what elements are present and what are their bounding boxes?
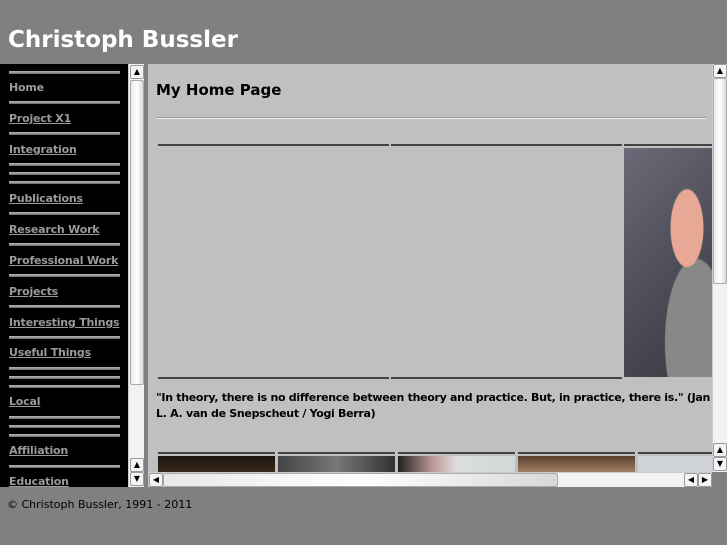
divider bbox=[9, 425, 120, 428]
divider bbox=[9, 416, 120, 419]
divider bbox=[9, 336, 120, 339]
site-title: Christoph Bussler bbox=[8, 27, 238, 53]
divider bbox=[9, 376, 120, 379]
nav-education[interactable]: Education bbox=[9, 475, 69, 487]
divider bbox=[158, 377, 389, 379]
divider bbox=[9, 434, 120, 437]
portrait-photo bbox=[624, 148, 712, 377]
scroll-down-icon[interactable]: ▼ bbox=[713, 457, 727, 471]
nav-professional-work[interactable]: Professional Work bbox=[9, 254, 118, 267]
divider bbox=[9, 305, 120, 308]
nav-affiliation[interactable]: Affiliation bbox=[9, 444, 68, 457]
divider bbox=[9, 212, 120, 215]
divider bbox=[391, 144, 622, 146]
scroll-left-icon[interactable]: ◀ bbox=[684, 473, 698, 487]
gallery-photo[interactable] bbox=[638, 456, 712, 472]
divider bbox=[9, 243, 120, 246]
scroll-up-icon[interactable]: ▲ bbox=[713, 443, 727, 457]
divider bbox=[158, 144, 389, 146]
nav-projects[interactable]: Projects bbox=[9, 285, 58, 298]
scroll-left-icon[interactable]: ◀ bbox=[149, 473, 163, 487]
divider bbox=[9, 274, 120, 277]
main-vertical-scrollbar[interactable]: ▲ ▲ ▼ bbox=[712, 64, 727, 472]
divider bbox=[638, 452, 712, 454]
scrollbar-thumb[interactable] bbox=[163, 473, 558, 487]
gallery-photo[interactable] bbox=[518, 456, 635, 472]
nav-publications[interactable]: Publications bbox=[9, 192, 83, 205]
nav-interesting-things[interactable]: Interesting Things bbox=[9, 316, 120, 329]
divider bbox=[158, 452, 275, 454]
sidebar-nav: Home Project X1 Integration Publications… bbox=[0, 64, 128, 487]
divider bbox=[398, 452, 515, 454]
divider bbox=[278, 452, 395, 454]
main-horizontal-scrollbar[interactable]: ◀ ◀ ▶ bbox=[148, 472, 712, 487]
gallery-photo[interactable] bbox=[398, 456, 515, 472]
scroll-up-icon[interactable]: ▲ bbox=[130, 458, 144, 472]
scroll-up-icon[interactable]: ▲ bbox=[130, 65, 144, 79]
nav-project-x1[interactable]: Project X1 bbox=[9, 112, 71, 125]
nav-useful-things[interactable]: Useful Things bbox=[9, 346, 91, 359]
gallery-photo[interactable] bbox=[278, 456, 395, 472]
divider bbox=[9, 172, 120, 175]
divider bbox=[518, 452, 635, 454]
divider bbox=[391, 377, 622, 379]
page-title: My Home Page bbox=[156, 81, 282, 99]
sidebar-scrollbar[interactable]: ▲ ▲ ▼ bbox=[128, 64, 144, 487]
nav-research-work[interactable]: Research Work bbox=[9, 223, 100, 236]
copyright-footer: © Christoph Bussler, 1991 - 2011 bbox=[7, 498, 193, 511]
scroll-down-icon[interactable]: ▼ bbox=[130, 472, 144, 486]
scrollbar-thumb[interactable] bbox=[713, 78, 727, 284]
nav-home[interactable]: Home bbox=[9, 81, 44, 94]
divider bbox=[9, 367, 120, 370]
divider bbox=[9, 181, 120, 184]
scrollbar-thumb[interactable] bbox=[130, 80, 144, 385]
divider bbox=[624, 144, 712, 146]
divider bbox=[9, 163, 120, 166]
divider bbox=[9, 385, 120, 388]
quote-text: "In theory, there is no difference betwe… bbox=[156, 391, 711, 420]
gallery-photo[interactable] bbox=[158, 456, 275, 472]
divider bbox=[9, 132, 120, 135]
divider bbox=[9, 465, 120, 468]
nav-integration[interactable]: Integration bbox=[9, 143, 77, 156]
nav-local[interactable]: Local bbox=[9, 395, 40, 408]
divider bbox=[156, 117, 706, 119]
divider bbox=[9, 101, 120, 104]
scroll-up-icon[interactable]: ▲ bbox=[713, 64, 727, 78]
scroll-right-icon[interactable]: ▶ bbox=[698, 473, 712, 487]
main-content: My Home Page "In theory, there is no dif… bbox=[148, 64, 712, 472]
divider bbox=[9, 71, 120, 74]
